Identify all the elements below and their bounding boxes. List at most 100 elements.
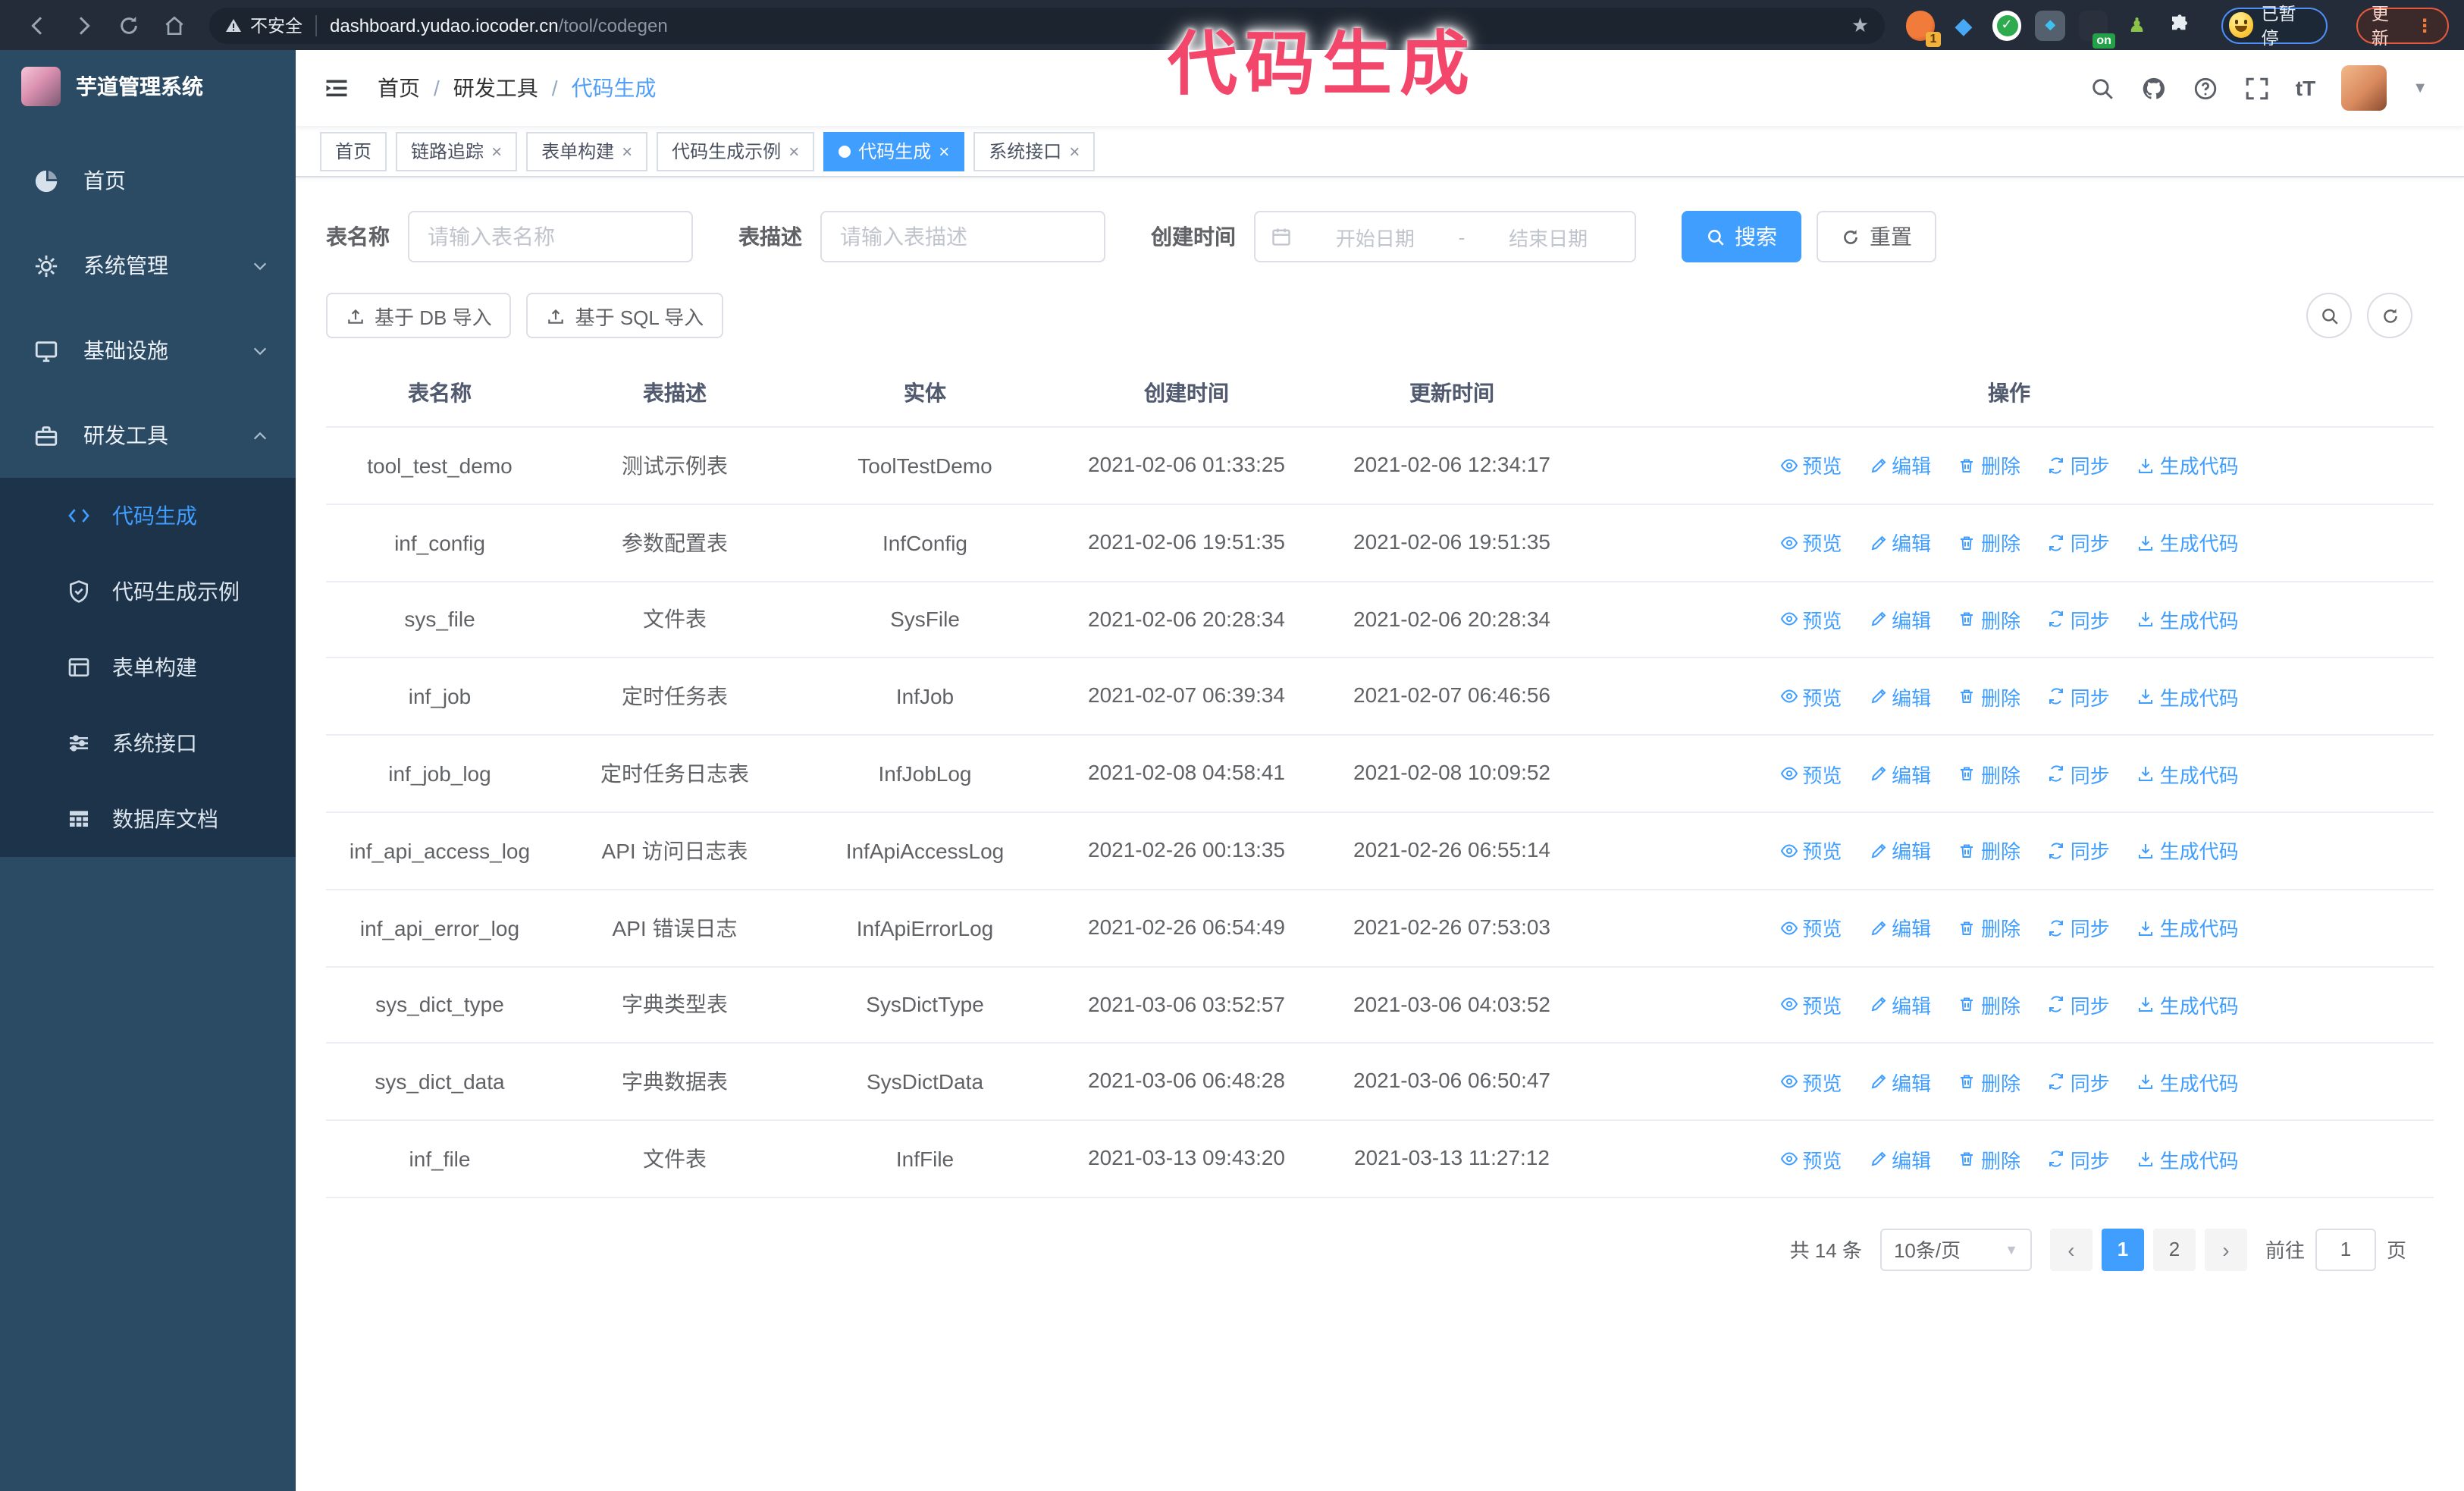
table-name-input[interactable] <box>408 211 693 262</box>
sidebar-item-db-doc[interactable]: 数据库文档 <box>0 781 296 857</box>
browser-forward-icon[interactable] <box>61 5 106 45</box>
help-icon[interactable] <box>2193 75 2218 101</box>
generate-code-link[interactable]: 生成代码 <box>2137 528 2239 557</box>
sidebar-item-devtools[interactable]: 研发工具 <box>0 393 296 478</box>
generate-code-link[interactable]: 生成代码 <box>2137 990 2239 1019</box>
generate-code-link[interactable]: 生成代码 <box>2137 837 2239 865</box>
edit-link[interactable]: 编辑 <box>1869 837 1931 865</box>
bookmark-star-icon[interactable]: ★ <box>1851 13 1869 37</box>
preview-link[interactable]: 预览 <box>1779 759 1842 788</box>
generate-code-link[interactable]: 生成代码 <box>2137 451 2239 480</box>
edit-link[interactable]: 编辑 <box>1869 1068 1931 1097</box>
breadcrumb-devtools[interactable]: 研发工具 <box>453 73 538 103</box>
tag-api[interactable]: 系统接口 × <box>973 131 1096 171</box>
extensions-puzzle-icon[interactable] <box>2165 10 2195 40</box>
goto-page-input[interactable] <box>2315 1228 2376 1271</box>
delete-link[interactable]: 删除 <box>1958 451 2020 480</box>
tag-codegen-active[interactable]: 代码生成 × <box>823 131 965 171</box>
edit-link[interactable]: 编辑 <box>1869 528 1931 557</box>
preview-link[interactable]: 预览 <box>1779 990 1842 1019</box>
preview-link[interactable]: 预览 <box>1779 1068 1842 1097</box>
kebab-menu-icon[interactable]: ⋮ <box>2415 14 2434 36</box>
extension-icon-dark[interactable]: on <box>2078 10 2116 48</box>
generate-code-link[interactable]: 生成代码 <box>2137 759 2239 788</box>
sidebar-item-codegen-example[interactable]: 代码生成示例 <box>0 554 296 629</box>
fullscreen-icon[interactable] <box>2244 75 2270 101</box>
search-icon[interactable] <box>2089 75 2115 101</box>
edit-link[interactable]: 编辑 <box>1869 605 1931 634</box>
breadcrumb-home[interactable]: 首页 <box>378 73 420 103</box>
delete-link[interactable]: 删除 <box>1958 605 2020 634</box>
refresh-table-button[interactable] <box>2367 293 2412 338</box>
sidebar-item-form-builder[interactable]: 表单构建 <box>0 629 296 705</box>
edit-link[interactable]: 编辑 <box>1869 913 1931 942</box>
extension-icon-grid[interactable] <box>2035 10 2065 40</box>
table-desc-input[interactable] <box>820 211 1105 262</box>
generate-code-link[interactable]: 生成代码 <box>2137 913 2239 942</box>
sidebar-item-system[interactable]: 系统管理 <box>0 223 296 308</box>
tag-codegen-example[interactable]: 代码生成示例 × <box>657 131 815 171</box>
browser-reload-icon[interactable] <box>106 5 152 45</box>
import-db-button[interactable]: 基于 DB 导入 <box>326 293 512 338</box>
close-icon[interactable]: × <box>491 142 502 160</box>
sync-link[interactable]: 同步 <box>2048 528 2110 557</box>
avatar-caret-down-icon[interactable]: ▼ <box>2412 80 2428 96</box>
sync-link[interactable]: 同步 <box>2048 759 2110 788</box>
github-icon[interactable] <box>2141 75 2167 101</box>
tag-tracing[interactable]: 链路追踪 × <box>396 131 518 171</box>
preview-link[interactable]: 预览 <box>1779 528 1842 557</box>
delete-link[interactable]: 删除 <box>1958 837 2020 865</box>
extension-icon-green[interactable]: ♟ <box>2122 10 2152 40</box>
edit-link[interactable]: 编辑 <box>1869 1144 1931 1173</box>
prev-page-button[interactable]: ‹ <box>2049 1228 2093 1271</box>
sidebar-item-home[interactable]: 首页 <box>0 138 296 223</box>
search-button[interactable]: 搜索 <box>1682 211 1801 262</box>
url-host[interactable]: dashboard.yudao.iocoder.cn <box>330 14 559 36</box>
tag-form-builder[interactable]: 表单构建 × <box>526 131 648 171</box>
close-icon[interactable]: × <box>1069 142 1080 160</box>
reset-button[interactable]: 重置 <box>1817 211 1936 262</box>
browser-home-icon[interactable] <box>152 5 197 45</box>
page-1-button[interactable]: 1 <box>2101 1228 2144 1271</box>
delete-link[interactable]: 删除 <box>1958 528 2020 557</box>
sync-link[interactable]: 同步 <box>2048 990 2110 1019</box>
close-icon[interactable]: × <box>622 142 632 160</box>
page-size-select[interactable]: 10条/页 ▼ <box>1879 1228 2032 1271</box>
sync-link[interactable]: 同步 <box>2048 1068 2110 1097</box>
profile-paused-pill[interactable]: 已暂停 <box>2221 5 2328 48</box>
sidebar-collapse-icon[interactable] <box>320 71 353 105</box>
next-page-button[interactable]: › <box>2204 1228 2247 1271</box>
sync-link[interactable]: 同步 <box>2048 837 2110 865</box>
delete-link[interactable]: 删除 <box>1958 913 2020 942</box>
delete-link[interactable]: 删除 <box>1958 759 2020 788</box>
preview-link[interactable]: 预览 <box>1779 837 1842 865</box>
browser-back-icon[interactable] <box>15 5 61 45</box>
sync-link[interactable]: 同步 <box>2048 683 2110 711</box>
font-size-icon[interactable]: tT <box>2296 76 2315 100</box>
close-icon[interactable]: × <box>788 142 799 160</box>
sidebar-item-codegen[interactable]: 代码生成 <box>0 478 296 554</box>
sidebar-item-infra[interactable]: 基础设施 <box>0 308 296 393</box>
close-icon[interactable]: × <box>939 142 949 160</box>
generate-code-link[interactable]: 生成代码 <box>2137 1144 2239 1173</box>
preview-link[interactable]: 预览 <box>1779 683 1842 711</box>
address-bar[interactable]: 不安全 dashboard.yudao.iocoder.cn /tool/cod… <box>209 7 1885 43</box>
app-logo[interactable]: 芋道管理系统 <box>0 50 296 123</box>
delete-link[interactable]: 删除 <box>1958 1068 2020 1097</box>
preview-link[interactable]: 预览 <box>1779 913 1842 942</box>
extension-icon-orange[interactable]: 1 <box>1905 10 1942 46</box>
preview-link[interactable]: 预览 <box>1779 1144 1842 1173</box>
sync-link[interactable]: 同步 <box>2048 605 2110 634</box>
generate-code-link[interactable]: 生成代码 <box>2137 605 2239 634</box>
browser-update-button[interactable]: 更新 ⋮ <box>2356 5 2450 48</box>
toggle-search-button[interactable] <box>2306 293 2352 338</box>
sync-link[interactable]: 同步 <box>2048 451 2110 480</box>
date-range-picker[interactable]: 开始日期 - 结束日期 <box>1254 211 1636 262</box>
preview-link[interactable]: 预览 <box>1779 605 1842 634</box>
tag-home[interactable]: 首页 <box>320 131 387 171</box>
sync-link[interactable]: 同步 <box>2048 1144 2110 1173</box>
sidebar-item-api[interactable]: 系统接口 <box>0 705 296 781</box>
security-label[interactable]: 不安全 <box>250 13 303 37</box>
preview-link[interactable]: 预览 <box>1779 451 1842 480</box>
import-sql-button[interactable]: 基于 SQL 导入 <box>526 293 724 338</box>
